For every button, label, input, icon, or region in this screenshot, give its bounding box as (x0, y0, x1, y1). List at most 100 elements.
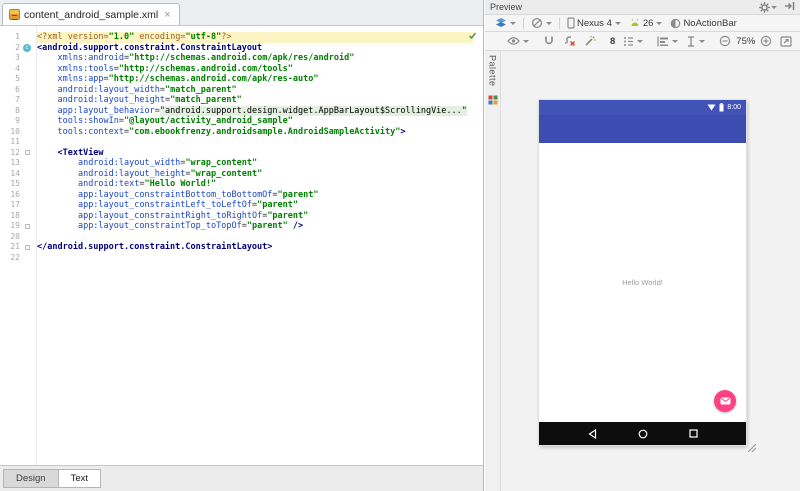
tab-text[interactable]: Text (59, 469, 101, 488)
design-surface-button[interactable] (491, 15, 520, 31)
code-line[interactable] (37, 232, 473, 243)
android-icon (629, 18, 641, 28)
code-editor[interactable]: 12c345678910111213141516171819202122 <?x… (0, 26, 483, 465)
editor-tab-content-android-sample[interactable]: content_android_sample.xml × (2, 3, 180, 25)
api-level-selector[interactable]: 26 (625, 15, 667, 31)
device-screen-content: Hello World! (539, 143, 746, 422)
code-line[interactable]: tools:context="com.ebookfrenzy.androidsa… (37, 127, 473, 138)
code-line[interactable]: android:layout_width="match_parent" (37, 85, 473, 96)
code-line[interactable]: tools:showIn="@layout/activity_android_s… (37, 116, 473, 127)
device-preview: 8:00 Hello World! (539, 100, 746, 445)
clear-constraints-button[interactable] (559, 32, 580, 50)
wifi-icon (707, 104, 716, 111)
editor-pane: content_android_sample.xml × 12c34567891… (0, 0, 484, 491)
code-line[interactable]: app:layout_constraintTop_toTopOf="parent… (37, 221, 473, 232)
code-line[interactable]: <?xml version="1.0" encoding="utf-8"?> (37, 32, 473, 43)
resize-handle[interactable] (748, 439, 756, 457)
hello-world-text: Hello World! (539, 278, 746, 287)
orientation-button[interactable] (527, 15, 556, 31)
gutter-row[interactable]: 3 (0, 53, 36, 64)
gutter-row[interactable]: 13 (0, 158, 36, 169)
email-icon (720, 397, 731, 405)
zoom-out-icon (719, 35, 731, 47)
palette-tab-label: Palette (488, 55, 498, 87)
code-line[interactable]: android:layout_height="wrap_content" (37, 169, 473, 180)
margins-button[interactable] (619, 32, 647, 50)
close-icon[interactable]: × (164, 10, 170, 20)
gutter-row[interactable]: 7 (0, 95, 36, 106)
code-line[interactable]: android:text="Hello World!" (37, 179, 473, 190)
gutter-row[interactable]: 9 (0, 116, 36, 127)
gutter-row[interactable]: 2c (0, 43, 36, 54)
code-line[interactable]: xmlns:android="http://schemas.android.co… (37, 53, 473, 64)
status-time: 8:00 (727, 104, 741, 111)
code-lines[interactable]: <?xml version="1.0" encoding="utf-8"?><a… (37, 32, 473, 263)
gear-icon[interactable] (759, 2, 777, 13)
home-icon (638, 429, 648, 439)
gutter-row[interactable]: 12 (0, 148, 36, 159)
infer-constraints-button[interactable] (580, 32, 600, 50)
code-line[interactable]: app:layout_behavior="android.support.des… (37, 106, 473, 117)
tab-design[interactable]: Design (3, 469, 59, 488)
palette-tab[interactable]: Palette (485, 51, 501, 491)
code-line[interactable]: app:layout_constraintLeft_toLeftOf="pare… (37, 200, 473, 211)
gutter-row[interactable]: 4 (0, 64, 36, 75)
back-icon (588, 429, 597, 439)
phone-icon (567, 17, 575, 29)
align-button[interactable] (653, 32, 682, 50)
preview-canvas[interactable]: 8:00 Hello World! (501, 51, 800, 491)
gutter-row[interactable]: 20 (0, 232, 36, 243)
editor-gutter[interactable]: 12c345678910111213141516171819202122 (0, 32, 36, 263)
autoconnect-button[interactable] (539, 32, 559, 50)
gutter-row[interactable]: 10 (0, 127, 36, 138)
eye-icon (507, 36, 520, 46)
align-icon (657, 36, 669, 47)
gutter-row[interactable]: 21 (0, 242, 36, 253)
code-line[interactable]: app:layout_constraintRight_toRightOf="pa… (37, 211, 473, 222)
gutter-row[interactable]: 14 (0, 169, 36, 180)
code-line[interactable]: xmlns:tools="http://schemas.android.com/… (37, 64, 473, 75)
fold-marker-icon (25, 224, 30, 229)
gutter-row[interactable]: 11 (0, 137, 36, 148)
pack-button[interactable] (682, 32, 709, 50)
theme-selector[interactable]: NoActionBar (666, 15, 740, 31)
code-line[interactable]: <android.support.constraint.ConstraintLa… (37, 43, 473, 54)
code-line[interactable]: android:layout_height="match_parent" (37, 95, 473, 106)
zoom-to-fit-button[interactable] (776, 32, 796, 50)
editor-mode-tabs: Design Text (0, 465, 483, 491)
inspection-ok-icon[interactable] (468, 31, 477, 44)
gutter-row[interactable]: 19 (0, 221, 36, 232)
gutter-row[interactable]: 16 (0, 190, 36, 201)
code-line[interactable] (37, 137, 473, 148)
gutter-row[interactable]: 1 (0, 32, 36, 43)
preview-title: Preview (490, 2, 759, 12)
preview-tool-window: Preview (485, 0, 800, 491)
zoom-in-button[interactable] (756, 32, 776, 50)
api-level-label: 26 (643, 18, 654, 29)
code-line[interactable]: xmlns:app="http://schemas.android.com/ap… (37, 74, 473, 85)
code-line[interactable] (37, 253, 473, 264)
device-selector[interactable]: Nexus 4 (563, 15, 625, 31)
fab-button (714, 390, 736, 412)
hide-panel-icon[interactable] (784, 0, 795, 16)
pan-button[interactable] (796, 32, 800, 50)
code-line[interactable]: </android.support.constraint.ConstraintL… (37, 242, 473, 253)
clear-constraints-icon (563, 35, 576, 47)
default-margin-value[interactable]: 8 (606, 32, 619, 50)
gutter-row[interactable]: 15 (0, 179, 36, 190)
code-line[interactable]: app:layout_constraintBottom_toBottomOf="… (37, 190, 473, 201)
preview-config-toolbar: Nexus 4 26 NoActionBar (485, 15, 800, 32)
view-options-button[interactable] (503, 32, 533, 50)
zoom-out-button[interactable] (715, 32, 735, 50)
zoom-in-icon (760, 35, 772, 47)
gutter-row[interactable]: 6 (0, 85, 36, 96)
gutter-row[interactable]: 5 (0, 74, 36, 85)
code-line[interactable]: <TextView (37, 148, 473, 159)
gutter-row[interactable]: 8 (0, 106, 36, 117)
orientation-icon (531, 17, 543, 29)
code-line[interactable]: android:layout_width="wrap_content" (37, 158, 473, 169)
gutter-row[interactable]: 22 (0, 253, 36, 264)
gutter-row[interactable]: 17 (0, 200, 36, 211)
gutter-row[interactable]: 18 (0, 211, 36, 222)
device-nav-bar (539, 422, 746, 445)
